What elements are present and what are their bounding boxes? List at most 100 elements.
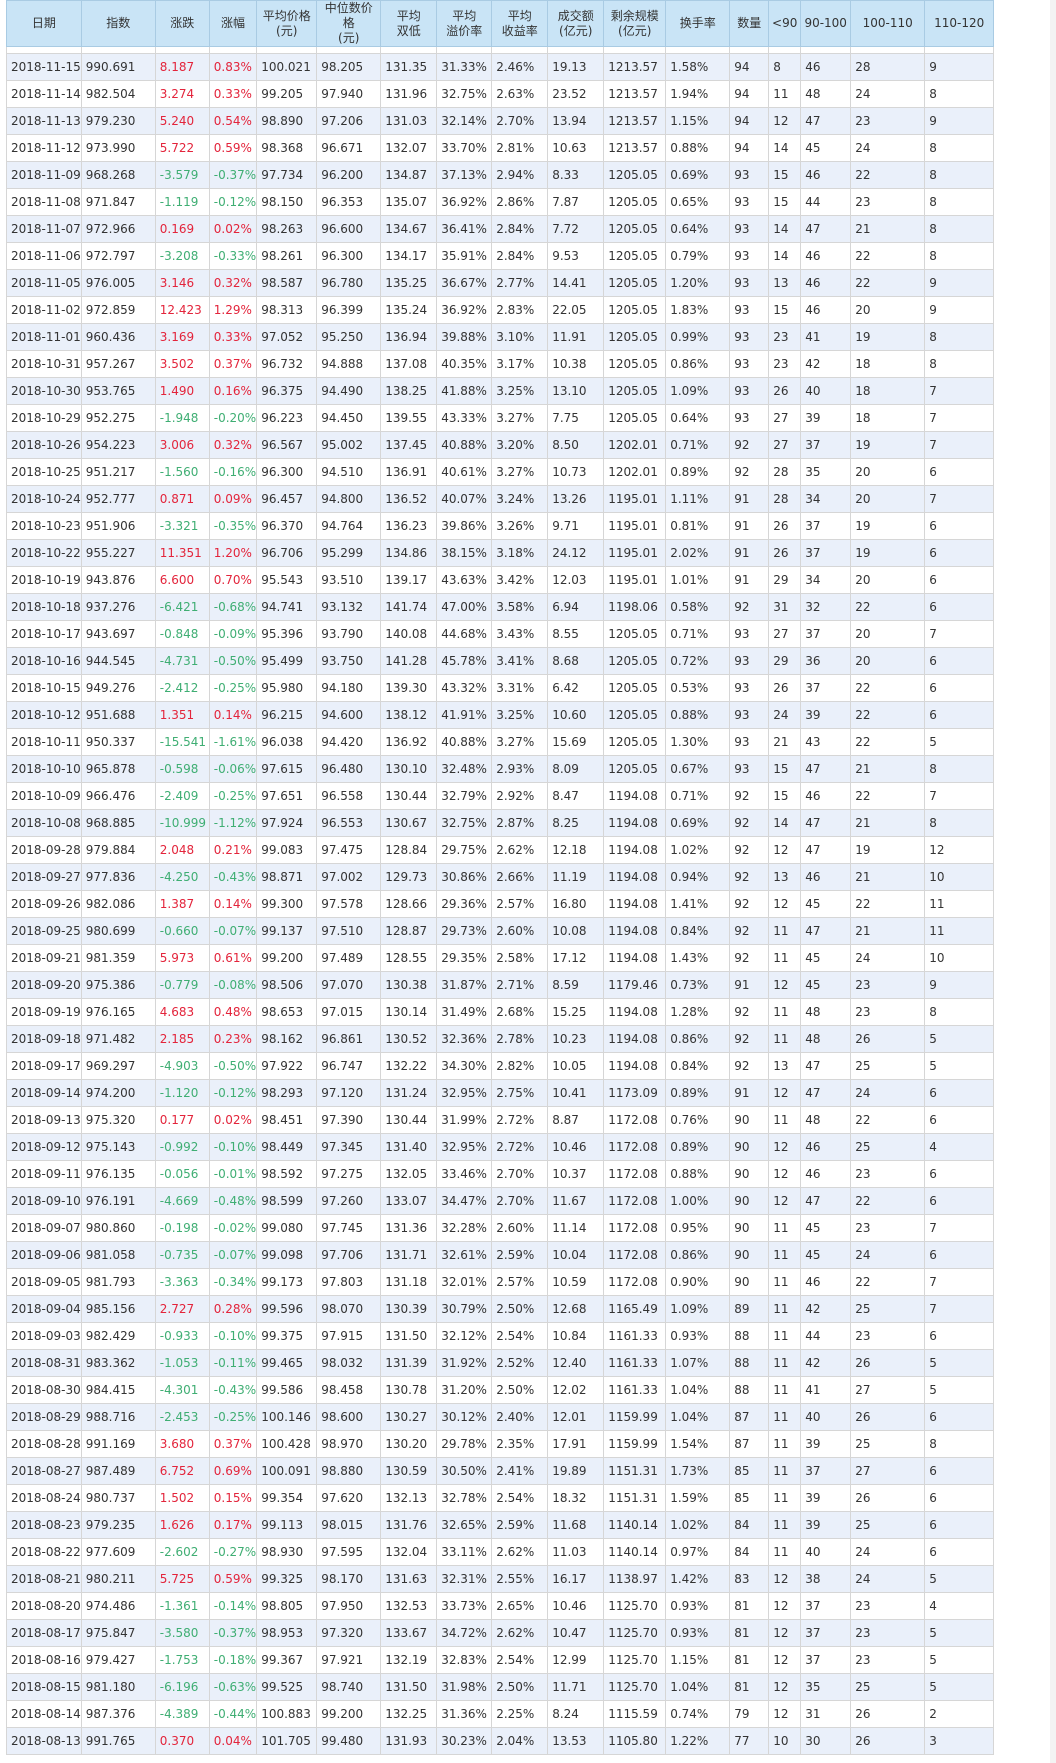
table-row[interactable]: 2018-11-01 960.436 3.169 0.33% 97.052 95.250 1…	[6, 323, 995, 351]
table-row[interactable]: 2018-09-07 980.860 -0.198 -0.02% 99.080 97.74…	[6, 1214, 995, 1242]
table-row[interactable]: 2018-09-10 976.191 -4.669 -0.48% 98.599 97.26…	[6, 1187, 995, 1215]
column-header[interactable]: 平均价格 (元)	[256, 0, 318, 47]
column-header[interactable]: 日期	[6, 0, 82, 47]
table-row[interactable]: 2018-11-15 990.691 8.187 0.83% 100.021 98.205…	[6, 53, 995, 81]
table-row[interactable]: 2018-11-14 982.504 3.274 0.33% 99.205 97.940 1…	[6, 80, 995, 108]
table-row[interactable]: 2018-08-20 974.486 -1.361 -0.14% 98.805 97.95…	[6, 1592, 995, 1620]
table-row[interactable]: 2018-10-08 968.885 -10.999 -1.12% 97.924 96.5…	[6, 809, 995, 837]
table-row[interactable]: 2018-10-22 955.227 11.351 1.20% 96.706 95.299…	[6, 539, 995, 567]
table-row[interactable]: 2018-08-16 979.427 -1.753 -0.18% 99.367 97.92…	[6, 1646, 995, 1674]
table-row[interactable]: 2018-08-24 980.737 1.502 0.15% 99.354 97.620 1…	[6, 1484, 995, 1512]
table-row[interactable]: 2018-10-29 952.275 -1.948 -0.20% 96.223 94.45…	[6, 404, 995, 432]
table-row[interactable]: 2018-09-04 985.156 2.727 0.28% 99.596 98.070 1…	[6, 1295, 995, 1323]
table-row[interactable]: 2018-09-25 980.699 -0.660 -0.07% 99.137 97.51…	[6, 917, 995, 945]
table-row[interactable]: 2018-10-17 943.697 -0.848 -0.09% 95.396 93.79…	[6, 620, 995, 648]
table-cell: 2.52%	[491, 1349, 549, 1377]
column-header[interactable]: 平均 收益率	[491, 0, 549, 47]
table-row[interactable]: 2018-10-11 950.337 -15.541 -1.61% 96.038 94.4…	[6, 728, 995, 756]
table-row[interactable]: 2018-09-19 976.165 4.683 0.48% 98.653 97.015 1…	[6, 998, 995, 1026]
table-row[interactable]: 2018-11-07 972.966 0.169 0.02% 98.263 96.600 1…	[6, 215, 995, 243]
table-row[interactable]: 2018-09-13 975.320 0.177 0.02% 98.451 97.390 1…	[6, 1106, 995, 1134]
table-cell: 41	[800, 323, 852, 351]
column-header[interactable]: 平均 双低	[380, 0, 438, 47]
table-row[interactable]: 2018-09-21 981.359 5.973 0.61% 99.200 97.489 1…	[6, 944, 995, 972]
column-header[interactable]: 成交额 (亿元)	[547, 0, 605, 47]
table-cell: 91	[729, 539, 770, 567]
table-row[interactable]: 2018-09-20 975.386 -0.779 -0.08% 98.506 97.07…	[6, 971, 995, 999]
table-row[interactable]: 2018-08-13 991.765 0.370 0.04% 101.705 99.480…	[6, 1727, 995, 1755]
table-row[interactable]: 2018-08-22 977.609 -2.602 -0.27% 98.930 97.59…	[6, 1538, 995, 1566]
table-cell: 0.88%	[665, 1160, 731, 1188]
table-row[interactable]: 2018-09-11 976.135 -0.056 -0.01% 98.592 97.27…	[6, 1160, 995, 1188]
column-header[interactable]: 平均 溢价率	[436, 0, 493, 47]
table-cell: 98.970	[316, 1430, 382, 1458]
table-row[interactable]: 2018-08-29 988.716 -2.453 -0.25% 100.146 98.6…	[6, 1403, 995, 1431]
table-cell: 2.46%	[491, 53, 549, 81]
column-header[interactable]: 100-110	[850, 0, 926, 47]
table-cell: 1205.05	[603, 188, 667, 216]
table-row[interactable]: 2018-08-28 991.169 3.680 0.37% 100.428 98.970…	[6, 1430, 995, 1458]
table-row[interactable]: 2018-11-05 976.005 3.146 0.32% 98.587 96.780 1…	[6, 269, 995, 297]
column-header[interactable]: 剩余规模 (亿元)	[603, 0, 667, 47]
table-row[interactable]: 2018-11-08 971.847 -1.119 -0.12% 98.150 96.35…	[6, 188, 995, 216]
table-cell: 12.423	[155, 296, 210, 324]
table-cell: 31	[800, 1700, 852, 1728]
table-cell: 6	[924, 1538, 995, 1566]
table-row[interactable]: 2018-09-06 981.058 -0.735 -0.07% 99.098 97.70…	[6, 1241, 995, 1269]
table-row[interactable]: 2018-10-12 951.688 1.351 0.14% 96.215 94.600 1…	[6, 701, 995, 729]
table-row[interactable]: 2018-09-03 982.429 -0.933 -0.10% 99.375 97.91…	[6, 1322, 995, 1350]
column-header[interactable]: 110-120	[924, 0, 995, 47]
table-row[interactable]: 2018-10-30 953.765 1.490 0.16% 96.375 94.490 1…	[6, 377, 995, 405]
table-cell: 20	[850, 458, 926, 486]
table-row[interactable]: 2018-11-12 973.990 5.722 0.59% 98.368 96.671 1…	[6, 134, 995, 162]
table-row[interactable]: 2018-08-21 980.211 5.725 0.59% 99.325 98.170 1…	[6, 1565, 995, 1593]
table-row[interactable]: 2018-11-13 979.230 5.240 0.54% 98.890 97.206 1…	[6, 107, 995, 135]
table-row[interactable]: 2018-10-18 937.276 -6.421 -0.68% 94.741 93.13…	[6, 593, 995, 621]
table-row[interactable]: 2018-10-15 949.276 -2.412 -0.25% 95.980 94.18…	[6, 674, 995, 702]
column-header[interactable]: 90-100	[800, 0, 852, 47]
table-row[interactable]: 2018-08-17 975.847 -3.580 -0.37% 98.953 97.32…	[6, 1619, 995, 1647]
table-row[interactable]: 2018-08-30 984.415 -4.301 -0.43% 99.586 98.45…	[6, 1376, 995, 1404]
column-header[interactable]: 换手率	[665, 0, 731, 47]
table-cell: -1.753	[155, 1646, 210, 1674]
table-row[interactable]: 2018-09-12 975.143 -0.992 -0.10% 98.449 97.34…	[6, 1133, 995, 1161]
table-row[interactable]: 2018-08-27 987.489 6.752 0.69% 100.091 98.880…	[6, 1457, 995, 1485]
table-row[interactable]: 2018-10-10 965.878 -0.598 -0.06% 97.615 96.48…	[6, 755, 995, 783]
table-cell: 97.620	[316, 1484, 382, 1512]
column-header[interactable]: 数量	[729, 0, 770, 47]
column-header[interactable]: 中位数价格 (元)	[316, 0, 382, 47]
table-row[interactable]: 2018-10-23 951.906 -3.321 -0.35% 96.370 94.76…	[6, 512, 995, 540]
table-row[interactable]: 2018-10-25 951.217 -1.560 -0.16% 96.300 94.51…	[6, 458, 995, 486]
table-row[interactable]: 2018-09-26 982.086 1.387 0.14% 99.300 97.578 1…	[6, 890, 995, 918]
table-row[interactable]: 2018-11-06 972.797 -3.208 -0.33% 98.261 96.30…	[6, 242, 995, 270]
table-row[interactable]: 2018-10-09 966.476 -2.409 -0.25% 97.651 96.55…	[6, 782, 995, 810]
column-header[interactable]: 涨跌	[154, 0, 210, 47]
table-row[interactable]: 2018-08-23 979.235 1.626 0.17% 99.113 98.015 1…	[6, 1511, 995, 1539]
table-row[interactable]: 2018-10-26 954.223 3.006 0.32% 96.567 95.002 1…	[6, 431, 995, 459]
table-cell: 11	[768, 80, 802, 108]
table-cell: 8	[924, 1430, 995, 1458]
table-row[interactable]: 2018-10-19 943.876 6.600 0.70% 95.543 93.510 1…	[6, 566, 995, 594]
table-cell: 137.45	[380, 431, 438, 459]
table-row[interactable]: 2018-09-27 977.836 -4.250 -0.43% 98.871 97.00…	[6, 863, 995, 891]
table-row[interactable]: 2018-10-16 944.545 -4.731 -0.50% 95.499 93.75…	[6, 647, 995, 675]
table-row[interactable]: 2018-10-24 952.777 0.871 0.09% 96.457 94.800 1…	[6, 485, 995, 513]
table-row[interactable]: 2018-08-15 981.180 -6.196 -0.63% 99.525 98.74…	[6, 1673, 995, 1701]
table-row[interactable]: 2018-09-14 974.200 -1.120 -0.12% 98.293 97.12…	[6, 1079, 995, 1107]
table-cell: 991.169	[81, 1430, 156, 1458]
table-row[interactable]: 2018-08-14 987.376 -4.389 -0.44% 100.883 99.2…	[6, 1700, 995, 1728]
column-header[interactable]: 涨幅	[208, 0, 258, 47]
table-row[interactable]: 2018-09-17 969.297 -4.903 -0.50% 97.922 96.74…	[6, 1052, 995, 1080]
table-row[interactable]: 2018-11-02 972.859 12.423 1.29% 98.313 96.399…	[6, 296, 995, 324]
table-cell: -15.541	[155, 728, 210, 756]
scrollbar-track[interactable]	[1050, 0, 1056, 1763]
table-row[interactable]: 2018-09-18 971.482 2.185 0.23% 98.162 96.861 1…	[6, 1025, 995, 1053]
table-row[interactable]: 2018-09-05 981.793 -3.363 -0.34% 99.173 97.80…	[6, 1268, 995, 1296]
table-row[interactable]: 2018-08-31 983.362 -1.053 -0.11% 99.465 98.03…	[6, 1349, 995, 1377]
table-row[interactable]: 2018-11-09 968.268 -3.579 -0.37% 97.734 96.20…	[6, 161, 995, 189]
column-header[interactable]: 指数	[80, 0, 156, 47]
table-cell: 975.320	[81, 1106, 156, 1134]
table-row[interactable]: 2018-09-28 979.884 2.048 0.21% 99.083 97.475 1…	[6, 836, 995, 864]
column-header[interactable]: <90	[768, 0, 802, 47]
table-row[interactable]: 2018-10-31 957.267 3.502 0.37% 96.732 94.888 1…	[6, 350, 995, 378]
